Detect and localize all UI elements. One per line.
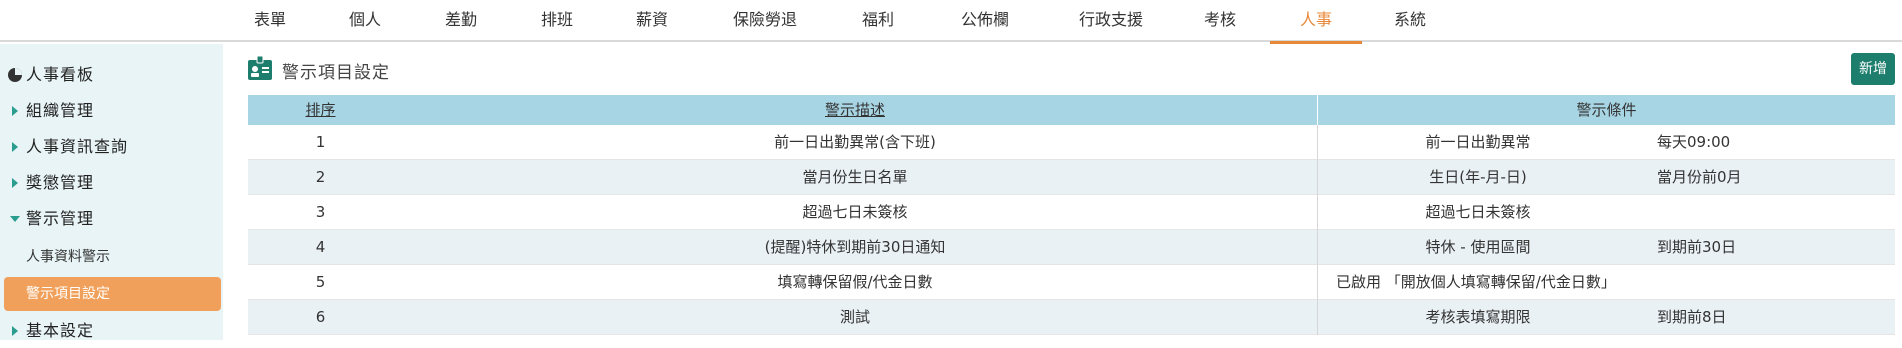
tab-shift[interactable]: 排班: [527, 0, 587, 42]
table-row[interactable]: 5 填寫轉保留假/代金日數 已啟用 「開放個人填寫轉保留/代金日數」: [248, 265, 1895, 300]
sidebar-item-label: 組織管理: [26, 101, 95, 120]
row-condition: 前一日出勤異常: [1425, 133, 1531, 151]
row-condition-value: 每天09:00: [1657, 133, 1731, 151]
sidebar-item-organization[interactable]: 組織管理: [0, 94, 223, 128]
sidebar-item-label: 警示管理: [26, 209, 95, 228]
caret-right-icon: [8, 94, 24, 128]
sidebar-item-basic-settings[interactable]: 基本設定: [0, 314, 223, 348]
sort-order-header[interactable]: 排序: [248, 95, 393, 125]
table-row[interactable]: 3 超過七日未簽核 超過七日未簽核: [248, 195, 1895, 230]
tab-bulletin[interactable]: 公佈欄: [950, 0, 1020, 42]
row-description: 填寫轉保留假/代金日數: [777, 273, 933, 291]
row-condition: 已啟用 「開放個人填寫轉保留/代金日數」: [1336, 273, 1616, 291]
row-description: 測試: [839, 308, 870, 326]
sidebar: 人事看板 組織管理 人事資訊查詢 獎懲管理 警示管理 人事資料警示 警示項目設定…: [0, 44, 223, 340]
tab-system[interactable]: 系統: [1380, 0, 1440, 42]
row-order: 6: [315, 308, 326, 326]
description-header[interactable]: 警示描述: [393, 95, 1317, 125]
row-condition: 超過七日未簽核: [1425, 203, 1531, 221]
caret-right-icon: [8, 130, 24, 164]
tab-admin-support[interactable]: 行政支援: [1066, 0, 1156, 42]
row-condition-value: 當月份前0月: [1657, 168, 1742, 186]
row-condition-value: 到期前30日: [1657, 238, 1737, 256]
condition-header: 警示條件: [1576, 101, 1637, 119]
sidebar-item-alerts[interactable]: 警示管理: [0, 202, 223, 236]
row-description: 前一日出勤異常(含下班): [774, 133, 936, 151]
sidebar-item-hr-query[interactable]: 人事資訊查詢: [0, 130, 223, 164]
caret-right-icon: [8, 314, 24, 348]
tab-salary[interactable]: 薪資: [622, 0, 682, 42]
row-condition: 生日(年-月-日): [1429, 168, 1527, 186]
tab-hr[interactable]: 人事: [1270, 0, 1362, 44]
tab-personal[interactable]: 個人: [335, 0, 395, 42]
row-order: 3: [315, 203, 326, 221]
row-order: 5: [315, 273, 326, 291]
table-row[interactable]: 1 前一日出勤異常(含下班) 前一日出勤異常 每天09:00: [248, 125, 1895, 160]
caret-right-icon: [8, 166, 24, 200]
row-description: (提醒)特休到期前30日通知: [764, 238, 946, 256]
pie-chart-icon: [8, 58, 24, 92]
table-row[interactable]: 4 (提醒)特休到期前30日通知 特休 - 使用區間 到期前30日: [248, 230, 1895, 265]
tab-appraisal[interactable]: 考核: [1190, 0, 1250, 42]
table-header: 排序 警示描述 警示條件: [248, 95, 1895, 125]
id-card-icon: [248, 55, 272, 82]
sidebar-item-label: 基本設定: [26, 321, 95, 340]
row-condition: 考核表填寫期限: [1425, 308, 1531, 326]
table-row[interactable]: 2 當月份生日名單 生日(年-月-日) 當月份前0月: [248, 160, 1895, 195]
row-order: 2: [315, 168, 326, 186]
table-row[interactable]: 6 測試 考核表填寫期限 到期前8日: [248, 300, 1895, 335]
sidebar-item-label: 人事看板: [26, 65, 95, 84]
sidebar-item-hr-dashboard[interactable]: 人事看板: [0, 58, 223, 92]
sidebar-item-label: 人事資訊查詢: [26, 137, 129, 156]
row-order: 1: [315, 133, 326, 151]
sidebar-subitem-hr-data-alerts[interactable]: 人事資料警示: [0, 240, 223, 274]
page-title: 警示項目設定: [282, 63, 390, 83]
tab-welfare[interactable]: 福利: [848, 0, 908, 42]
caret-down-icon: [8, 202, 24, 236]
row-condition-value: 到期前8日: [1657, 308, 1727, 326]
row-description: 超過七日未簽核: [802, 203, 908, 221]
sidebar-subitem-alert-settings[interactable]: 警示項目設定: [4, 277, 221, 311]
row-description: 當月份生日名單: [802, 168, 908, 186]
row-condition: 特休 - 使用區間: [1425, 238, 1531, 256]
tab-attendance[interactable]: 差勤: [431, 0, 491, 42]
row-condition-value: [1657, 195, 1887, 230]
sidebar-item-label: 獎懲管理: [26, 173, 95, 192]
tab-forms[interactable]: 表單: [240, 0, 300, 42]
row-order: 4: [315, 238, 326, 256]
tab-insurance[interactable]: 保險勞退: [720, 0, 810, 42]
add-button[interactable]: 新增: [1851, 53, 1895, 85]
sidebar-item-rewards[interactable]: 獎懲管理: [0, 166, 223, 200]
top-nav: 表單 個人 差勤 排班 薪資 保險勞退 福利 公佈欄 行政支援 考核 人事 系統: [0, 0, 1902, 44]
